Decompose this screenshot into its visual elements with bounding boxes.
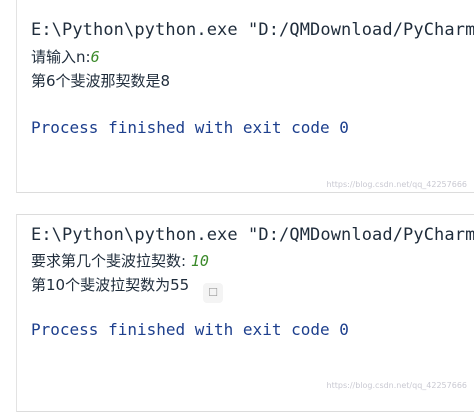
input-value: 6 (90, 48, 100, 66)
console-output-2: E:\Python\python.exe "D:/QMDownload/PyCh… (16, 214, 474, 412)
console-command-line: E:\Python\python.exe "D:/QMDownload/PyCh… (31, 20, 474, 40)
console-command-line: E:\Python\python.exe "D:/QMDownload/PyCh… (31, 225, 474, 245)
console-input-line: 请输入n:6 (31, 46, 100, 67)
watermark: https://blog.csdn.net/qq_42257666 (326, 381, 467, 390)
console-result-line: 第10个斐波拉契数为55 (31, 276, 190, 294)
exit-message: Process finished with exit code 0 (31, 320, 349, 339)
watermark: https://blog.csdn.net/qq_42257666 (326, 180, 467, 189)
chat-bubble-icon[interactable]: ☐ (203, 283, 223, 303)
input-prompt: 请输入n: (31, 48, 91, 66)
console-input-line: 要求第几个斐波拉契数: 10 (31, 250, 209, 271)
input-prompt: 要求第几个斐波拉契数: (31, 252, 191, 270)
input-value: 10 (190, 252, 209, 270)
console-output-1: E:\Python\python.exe "D:/QMDownload/PyCh… (16, 0, 474, 193)
exit-message: Process finished with exit code 0 (31, 118, 349, 137)
console-result-line: 第6个斐波那契数是8 (31, 72, 171, 90)
